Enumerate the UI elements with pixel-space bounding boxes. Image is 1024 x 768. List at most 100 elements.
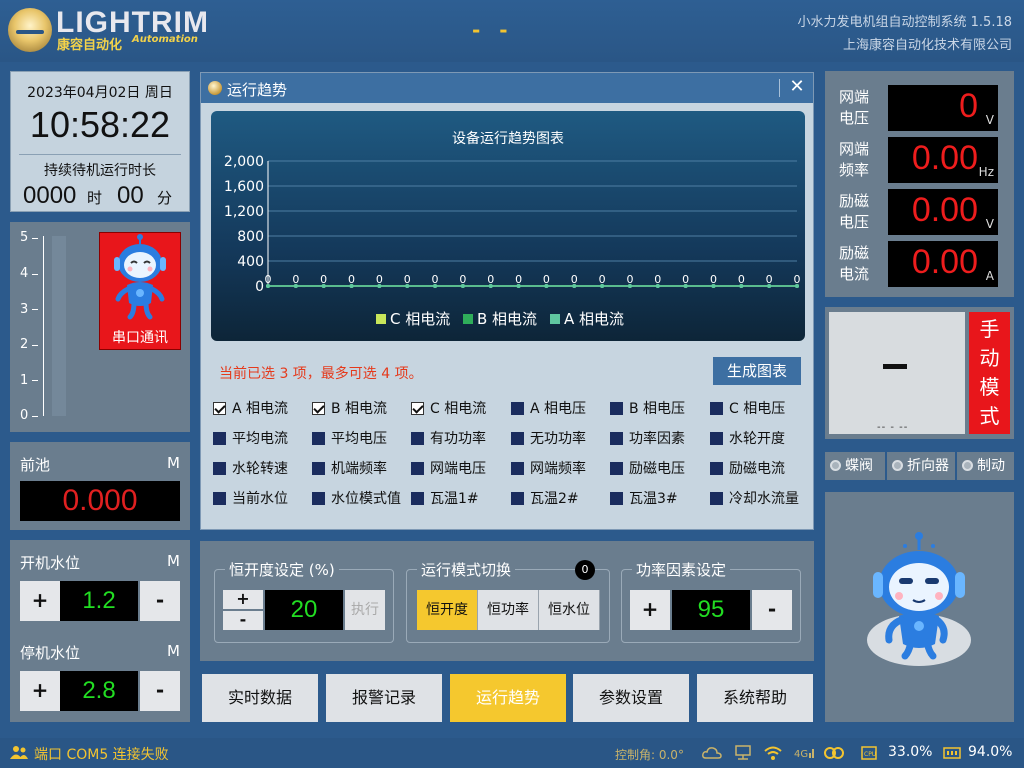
series-checkbox-option[interactable]: 网端电压 bbox=[411, 458, 486, 480]
power-factor-plus-button[interactable]: + bbox=[630, 590, 670, 630]
trend-titlebar[interactable]: 运行趋势 ✕ bbox=[201, 73, 813, 103]
mode-option-button[interactable]: 恒功率 bbox=[478, 590, 539, 630]
series-checkbox-option[interactable]: 功率因素 bbox=[610, 428, 685, 450]
checkbox-icon[interactable] bbox=[213, 432, 226, 445]
data-label: 0 bbox=[626, 273, 633, 286]
series-checkbox-option[interactable]: B 相电流 bbox=[312, 398, 387, 420]
series-checkbox-label: 功率因素 bbox=[629, 431, 685, 447]
svg-text:4G: 4G bbox=[794, 749, 808, 760]
series-checkbox-option[interactable]: A 相电压 bbox=[511, 398, 586, 420]
series-checkbox-label: 瓦温1# bbox=[430, 491, 479, 507]
series-checkbox-label: 平均电流 bbox=[232, 431, 288, 447]
series-checkbox-option[interactable]: 当前水位 bbox=[213, 488, 288, 510]
series-checkbox-option[interactable]: 水位模式值 bbox=[312, 488, 401, 510]
checkbox-icon[interactable] bbox=[312, 492, 325, 505]
checkbox-icon[interactable] bbox=[411, 492, 424, 505]
series-checkbox-option[interactable]: 平均电流 bbox=[213, 428, 288, 450]
serial-comm-card[interactable]: 串口通讯 bbox=[99, 232, 181, 350]
checkbox-icon[interactable] bbox=[511, 432, 524, 445]
checkbox-icon[interactable] bbox=[610, 402, 623, 415]
series-checkbox-option[interactable]: 励磁电压 bbox=[610, 458, 685, 480]
chart-title: 设备运行趋势图表 bbox=[452, 130, 564, 147]
control-angle-text: 控制角: 0.0° bbox=[615, 748, 684, 762]
checkbox-checked-icon[interactable] bbox=[312, 402, 325, 415]
status-bar: 端口 COM5 连接失败 控制角: 0.0° 4G CPU 33.0% 94.0… bbox=[0, 738, 1024, 768]
standby-hours: 0000 bbox=[23, 182, 77, 209]
run-mode-title: 运行模式切换 bbox=[417, 559, 516, 580]
legend-label: B 相电流 bbox=[477, 310, 537, 328]
indicator-label: 制动 bbox=[977, 458, 1005, 474]
series-checkbox-option[interactable]: 机端频率 bbox=[312, 458, 387, 480]
series-checkbox-option[interactable]: 无功功率 bbox=[511, 428, 586, 450]
execute-button[interactable]: 执行 bbox=[345, 590, 385, 630]
system-title: 小水力发电机组自动控制系统 1.5.18 bbox=[797, 15, 1012, 30]
opening-plus-button[interactable]: + bbox=[223, 590, 263, 609]
nav-button[interactable]: 报警记录 bbox=[326, 674, 442, 722]
checkbox-icon[interactable] bbox=[213, 492, 226, 505]
series-checkbox-option[interactable]: C 相电流 bbox=[411, 398, 486, 420]
gauge-tick: 5 bbox=[20, 230, 29, 245]
checkbox-icon[interactable] bbox=[411, 462, 424, 475]
series-checkbox-option[interactable]: 网端频率 bbox=[511, 458, 586, 480]
lightrim-logo-icon bbox=[8, 8, 52, 52]
series-checkbox-option[interactable]: 瓦温1# bbox=[411, 488, 479, 510]
series-checkbox-option[interactable]: 水轮转速 bbox=[213, 458, 288, 480]
stop-level-plus-button[interactable]: + bbox=[20, 671, 60, 711]
nav-button[interactable]: 运行趋势 bbox=[450, 674, 566, 722]
nav-button[interactable]: 参数设置 bbox=[573, 674, 689, 722]
hours-unit: 时 bbox=[87, 189, 103, 207]
checkbox-icon[interactable] bbox=[710, 492, 723, 505]
checkbox-icon[interactable] bbox=[511, 492, 524, 505]
checkbox-icon[interactable] bbox=[710, 402, 723, 415]
checkbox-icon[interactable] bbox=[710, 462, 723, 475]
checkbox-icon[interactable] bbox=[610, 432, 623, 445]
series-checkbox-option[interactable]: 平均电压 bbox=[312, 428, 387, 450]
forebay-panel: 前池 M 0.000 bbox=[10, 442, 190, 530]
checkbox-icon[interactable] bbox=[710, 432, 723, 445]
stop-level-label: 停机水位 bbox=[20, 644, 81, 662]
nav-button[interactable]: 实时数据 bbox=[202, 674, 318, 722]
data-label: 0 bbox=[348, 273, 355, 286]
series-checkbox-option[interactable]: 励磁电流 bbox=[710, 458, 785, 480]
checkbox-icon[interactable] bbox=[411, 432, 424, 445]
checkbox-icon[interactable] bbox=[312, 432, 325, 445]
checkbox-icon[interactable] bbox=[610, 492, 623, 505]
series-checkbox-option[interactable]: 有功功率 bbox=[411, 428, 486, 450]
manual-mode-indicator[interactable]: 手动模式 bbox=[969, 312, 1010, 434]
opening-setting-title: 恒开度设定 (%) bbox=[225, 559, 339, 580]
series-checkbox-option[interactable]: 瓦温3# bbox=[610, 488, 678, 510]
checkbox-checked-icon[interactable] bbox=[411, 402, 424, 415]
checkbox-icon[interactable] bbox=[511, 402, 524, 415]
series-checkbox-option[interactable]: A 相电流 bbox=[213, 398, 288, 420]
series-checkbox-option[interactable]: 瓦温2# bbox=[511, 488, 579, 510]
start-level-plus-button[interactable]: + bbox=[20, 581, 60, 621]
mode-option-button[interactable]: 恒水位 bbox=[539, 590, 600, 630]
series-checkbox-label: 无功功率 bbox=[530, 431, 586, 447]
opening-minus-button[interactable]: - bbox=[223, 611, 263, 630]
series-checkbox-option[interactable]: 水轮开度 bbox=[710, 428, 785, 450]
checkbox-icon[interactable] bbox=[511, 462, 524, 475]
checkbox-icon[interactable] bbox=[610, 462, 623, 475]
mode-option-button[interactable]: 恒开度 bbox=[417, 590, 478, 630]
series-checkbox-label: C 相电流 bbox=[430, 401, 487, 417]
nav-button[interactable]: 系统帮助 bbox=[697, 674, 813, 722]
manual-mode-char: 式 bbox=[979, 404, 1000, 428]
checkbox-checked-icon[interactable] bbox=[213, 402, 226, 415]
current-time: 10:58:22 bbox=[29, 104, 171, 145]
start-level-value: 1.2 bbox=[60, 581, 138, 621]
close-icon[interactable]: ✕ bbox=[786, 76, 808, 98]
power-factor-group: 功率因素设定 + 95 - bbox=[621, 559, 801, 643]
power-factor-minus-button[interactable]: - bbox=[752, 590, 792, 630]
stop-level-minus-button[interactable]: - bbox=[140, 671, 180, 711]
trend-chart-svg: 设备运行趋势图表 2,0001,6001,2008004000 00000000… bbox=[224, 130, 801, 328]
series-checkbox-option[interactable]: C 相电压 bbox=[710, 398, 785, 420]
power-factor-value[interactable]: 95 bbox=[672, 590, 750, 630]
series-checkbox-option[interactable]: 冷却水流量 bbox=[710, 488, 799, 510]
checkbox-icon[interactable] bbox=[312, 462, 325, 475]
series-checkbox-option[interactable]: B 相电压 bbox=[610, 398, 685, 420]
checkbox-icon[interactable] bbox=[213, 462, 226, 475]
start-level-minus-button[interactable]: - bbox=[140, 581, 180, 621]
opening-value[interactable]: 20 bbox=[265, 590, 343, 630]
generate-chart-button[interactable]: 生成图表 bbox=[713, 357, 801, 385]
legend-swatch bbox=[550, 314, 560, 324]
